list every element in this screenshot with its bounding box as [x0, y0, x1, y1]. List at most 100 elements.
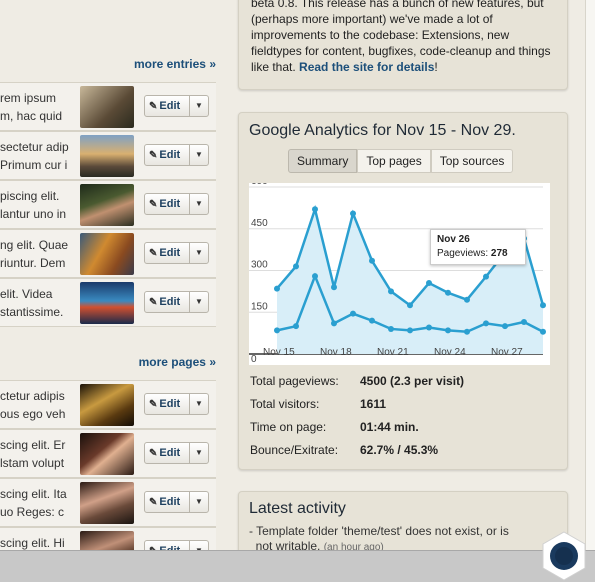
data-point — [293, 323, 299, 330]
x-tick-label: Nov 24 — [434, 347, 466, 358]
data-point — [350, 310, 356, 317]
left-panel: more entries » rem ipsum m, hac quid ✎ Edi… — [0, 0, 216, 576]
edit-button[interactable]: ✎Edit — [144, 242, 190, 264]
stat-value: 62.7% / 45.3% — [360, 443, 439, 457]
dropdown-button[interactable]: ▼ — [189, 491, 209, 513]
data-point — [502, 323, 508, 330]
entry-text: sectetur adip Primum cur i — [0, 140, 69, 172]
data-point — [274, 327, 280, 334]
edit-icon: ✎ — [149, 199, 158, 210]
stat-label: Time on page: — [250, 420, 327, 434]
analytics-title: Google Analytics for Nov 15 - Nov 29. — [249, 122, 516, 139]
edit-button[interactable]: ✎Edit — [144, 144, 190, 166]
caret-down-icon: ▼ — [195, 248, 203, 257]
dropdown-button[interactable]: ▼ — [189, 291, 209, 313]
y-tick-label: 450 — [251, 218, 268, 229]
page-text: scing elit. Ita uo Reges: c — [0, 487, 67, 519]
dropdown-button[interactable]: ▼ — [189, 144, 209, 166]
entry-text: ng elit. Quae riuntur. Dem — [0, 238, 69, 270]
analytics-tabs: Summary Top pages Top sources — [288, 149, 514, 173]
more-pages-link[interactable]: more pages » — [139, 355, 216, 369]
edit-button[interactable]: ✎Edit — [144, 95, 190, 117]
tooltip-value: 278 — [490, 248, 508, 259]
stat-row: Total visitors: 1611 — [250, 393, 464, 416]
edit-button[interactable]: ✎Edit — [144, 393, 190, 415]
x-tick-label: Nov 15 — [263, 347, 295, 358]
edit-icon: ✎ — [149, 101, 158, 112]
chart-svg: 600 450 300 150 0 Nov 15 Nov 18 Nov 21 Nov 24 Nov… — [249, 176, 546, 365]
stat-row: Time on page: 01:44 min. — [250, 416, 464, 439]
tooltip-label: Pageviews: — [437, 248, 489, 259]
data-point — [407, 327, 413, 334]
data-point — [312, 273, 318, 280]
data-point — [369, 317, 375, 324]
edit-icon: ✎ — [149, 297, 158, 308]
entry-row: elit. Videa stantissime. ✎ Edit ▼ — [0, 278, 216, 327]
caret-down-icon: ▼ — [195, 297, 203, 306]
edit-icon: ✎ — [149, 399, 158, 410]
entry-text: piscing elit. lantur uno in — [0, 189, 67, 221]
activity-title: Latest activity — [249, 500, 346, 517]
caret-down-icon: ▼ — [195, 199, 203, 208]
caret-down-icon: ▼ — [195, 497, 203, 506]
edit-button[interactable]: ✎Edit — [144, 442, 190, 464]
data-point — [445, 327, 451, 334]
page-row: scing elit. Ita uo Reges: c ✎ Edit ▼ — [0, 478, 216, 527]
data-point — [407, 302, 413, 309]
dropdown-button[interactable]: ▼ — [189, 242, 209, 264]
tab-summary[interactable]: Summary — [288, 149, 358, 173]
right-edge — [585, 0, 595, 550]
page-row: scing elit. Er lstam volupt ✎ Edit ▼ — [0, 429, 216, 478]
dropdown-button[interactable]: ▼ — [189, 193, 209, 215]
data-point — [350, 210, 356, 217]
entry-row: piscing elit. lantur uno in ✎ Edit ▼ — [0, 180, 216, 229]
y-tick-label: 600 — [251, 183, 268, 187]
entry-row: ng elit. Quae riuntur. Dem ✎ Edit ▼ — [0, 229, 216, 278]
caret-down-icon: ▼ — [195, 399, 203, 408]
stat-row: Bounce/Exitrate: 62.7% / 45.3% — [250, 439, 464, 462]
caret-down-icon: ▼ — [195, 101, 203, 110]
chart-tooltip: Nov 26 Pageviews: 278 — [430, 229, 526, 265]
news-text: beta 0.8. This release has a bunch of ne… — [251, 0, 551, 74]
more-entries-link[interactable]: more entries » — [134, 57, 216, 71]
dropdown-button[interactable]: ▼ — [189, 393, 209, 415]
data-point — [464, 296, 470, 303]
tab-top-sources[interactable]: Top sources — [430, 149, 514, 173]
data-point — [464, 328, 470, 335]
page-text: scing elit. Er lstam volupt — [0, 438, 66, 470]
page-thumbnail[interactable] — [80, 433, 134, 475]
hexagon-badge-icon[interactable] — [540, 530, 588, 582]
data-point — [293, 263, 299, 270]
edit-button[interactable]: ✎Edit — [144, 491, 190, 513]
stat-value: 1611 — [360, 397, 387, 411]
data-point — [483, 273, 489, 280]
entry-thumbnail[interactable] — [80, 86, 134, 128]
entry-thumbnail[interactable] — [80, 184, 134, 226]
entry-thumbnail[interactable] — [80, 135, 134, 177]
edit-button[interactable]: ✎Edit — [144, 193, 190, 215]
entry-text: elit. Videa stantissime. — [0, 287, 64, 319]
page-thumbnail[interactable] — [80, 384, 134, 426]
tooltip-date: Nov 26 — [437, 234, 470, 245]
y-tick-label: 300 — [251, 260, 268, 271]
analytics-box: Google Analytics for Nov 15 - Nov 29. Su… — [238, 112, 568, 470]
analytics-chart: 600 450 300 150 0 Nov 15 Nov 18 Nov 21 Nov 24 Nov… — [249, 176, 550, 365]
page-thumbnail[interactable] — [80, 482, 134, 524]
dropdown-button[interactable]: ▼ — [189, 442, 209, 464]
y-tick-label: 150 — [251, 301, 268, 312]
entry-thumbnail[interactable] — [80, 233, 134, 275]
stat-value: 01:44 min. — [360, 420, 419, 434]
stat-value: 4500 (2.3 per visit) — [360, 374, 465, 388]
data-point — [445, 289, 451, 296]
bottom-bar — [0, 550, 595, 582]
tab-top-pages[interactable]: Top pages — [357, 149, 431, 173]
caret-down-icon: ▼ — [195, 448, 203, 457]
x-tick-label: Nov 18 — [320, 347, 352, 358]
edit-button[interactable]: ✎Edit — [144, 291, 190, 313]
data-point — [388, 288, 394, 295]
edit-icon: ✎ — [149, 150, 158, 161]
entry-thumbnail[interactable] — [80, 282, 134, 324]
read-site-link[interactable]: Read the site for details — [299, 60, 434, 74]
page-text: ctetur adipis ous ego veh — [0, 389, 66, 421]
dropdown-button[interactable]: ▼ — [189, 95, 209, 117]
